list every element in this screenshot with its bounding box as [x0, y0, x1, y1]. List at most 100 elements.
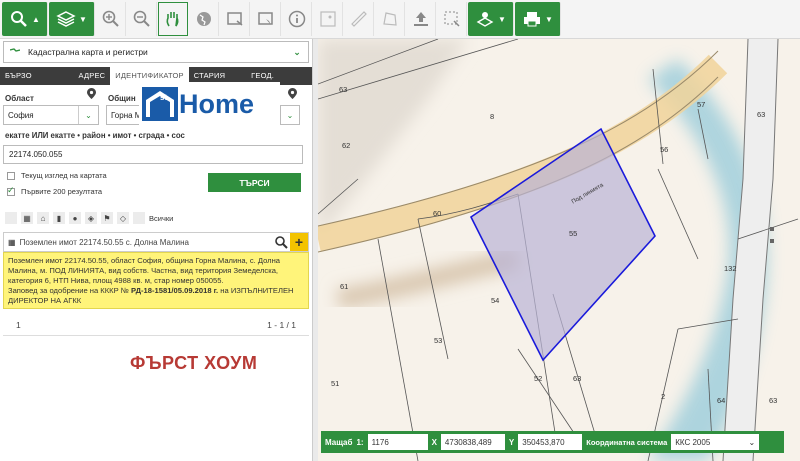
info-icon [288, 10, 305, 28]
coordinate-icon [319, 11, 336, 27]
parcel-label: 63 [339, 85, 348, 94]
parcel-label: 60 [433, 209, 442, 218]
measure-distance-button[interactable] [344, 2, 374, 36]
measure-area-button[interactable] [375, 2, 405, 36]
all-checkbox[interactable] [133, 212, 145, 224]
home-icon[interactable]: ⌂ [37, 212, 49, 224]
globe-icon [196, 12, 211, 26]
area-icon [382, 12, 397, 26]
pin-icon[interactable]: ● [69, 212, 81, 224]
parcel-label-selected: 55 [569, 229, 578, 238]
flag-icon[interactable]: ⚑ [101, 212, 113, 224]
oblast-select-value: София [8, 110, 34, 120]
upload-button[interactable] [406, 2, 436, 36]
y-label: Y [508, 437, 515, 447]
grid-icon: ▦ [8, 237, 16, 247]
obshtina-label: Общин [108, 94, 136, 103]
logo-wordmark: Home [179, 88, 255, 119]
layers-icon [56, 11, 76, 27]
building-icon[interactable]: ▮ [53, 212, 65, 224]
search-button[interactable]: ТЪРСИ [208, 173, 301, 192]
first200-checkbox[interactable] [7, 185, 15, 196]
scale-prefix: 1: [356, 437, 364, 447]
select-rect-button[interactable] [251, 2, 281, 36]
chevron-down-icon: ⌄ [293, 46, 301, 57]
house-logo-icon: st [142, 87, 178, 121]
result-pager: 1 1 - 1 / 1 [3, 314, 309, 336]
parcel-label: 2 [661, 392, 666, 401]
parcel-label: 53 [434, 336, 443, 345]
x-label: X [431, 437, 437, 447]
zoom-to-result-button[interactable] [272, 233, 290, 251]
chevron-down-icon: ⌄ [78, 106, 98, 124]
sthome-logo: st Home [139, 82, 280, 126]
chevron-down-icon: ▼ [79, 14, 87, 24]
cadastral-map[interactable]: 63 62 8 60 61 54 53 51 55 56 57 63 132 5… [318, 39, 800, 461]
y-coordinate-field[interactable]: 350453,870 [518, 434, 583, 450]
main-toolbar: ▲ ▼ ▼ ▼ [0, 0, 800, 39]
crs-select[interactable]: ККС 2005 ⌄ [671, 434, 760, 450]
filter-checkbox[interactable] [5, 212, 17, 224]
clear-icon [444, 11, 460, 27]
oblast-select[interactable]: София ⌄ [3, 105, 99, 125]
select-rect-icon [257, 12, 273, 25]
select-area-button[interactable] [220, 2, 250, 36]
x-coordinate-field[interactable]: 4730838,489 [440, 434, 505, 450]
info-button[interactable] [282, 2, 312, 36]
parcel-label: 63 [757, 110, 766, 119]
scale-input[interactable]: 1176 [367, 434, 428, 450]
chevron-down-icon: ⌄ [748, 437, 756, 447]
tab-address[interactable]: АДРЕС [74, 67, 111, 85]
base-layer-button[interactable]: ▼ [468, 2, 514, 36]
parcel-label: 62 [342, 141, 351, 150]
result-title: Поземлен имот 22174.50.55 с. Долна Малин… [19, 237, 189, 247]
village-select[interactable]: ⌄ [280, 105, 300, 125]
parcel-label: 56 [660, 145, 669, 154]
search-tool-button[interactable]: ▲ [2, 2, 48, 36]
parcel-label: 132 [724, 264, 737, 273]
search-panel: Кадастрална карта и регистри ⌄ БЪРЗО ТЪР… [0, 39, 312, 461]
layers-tool-button[interactable]: ▼ [49, 2, 95, 36]
road-markers [770, 227, 774, 243]
search-icon [11, 11, 27, 27]
chevron-up-icon: ▲ [32, 14, 40, 24]
logo-prefix: st [160, 93, 168, 102]
current-view-label: Текущ изглед на картата [21, 171, 107, 180]
layers-icon[interactable]: ◈ [85, 212, 97, 224]
measure-coord-button[interactable] [313, 2, 343, 36]
globe-button[interactable] [189, 2, 219, 36]
parcel-label: 51 [331, 379, 340, 388]
parcel-label: 57 [697, 100, 706, 109]
result-header[interactable]: ▦ Поземлен имот 22174.50.55 с. Долна Мал… [3, 232, 309, 252]
selected-parcel[interactable] [469, 127, 656, 362]
location-pin-icon [87, 88, 96, 99]
oblast-label: Област [5, 94, 34, 103]
area-icon[interactable]: ◇ [117, 212, 129, 224]
zoom-out-button[interactable] [127, 2, 157, 36]
zoom-in-button[interactable] [96, 2, 126, 36]
pan-button[interactable] [158, 2, 188, 36]
ruler-icon [350, 11, 367, 27]
object-type-filters: ▦ ⌂ ▮ ● ◈ ⚑ ◇ Всички [5, 211, 173, 225]
parcel-label: 64 [717, 396, 726, 405]
chevron-down-icon: ▼ [498, 14, 506, 24]
crs-select-value: ККС 2005 [675, 437, 711, 447]
parcel-label: 61 [340, 282, 349, 291]
parcel-label: 63 [769, 396, 778, 405]
current-view-checkbox[interactable] [7, 172, 15, 180]
zoom-in-icon [102, 10, 119, 27]
parcel-label: 63 [573, 374, 582, 383]
print-icon [524, 12, 541, 27]
crs-label: Координатна система [586, 437, 668, 447]
scale-label: Мащаб [325, 437, 353, 447]
tab-quick-search[interactable]: БЪРЗО ТЪРСЕНЕ [0, 67, 74, 98]
current-page[interactable]: 1 [16, 320, 21, 330]
layer-select[interactable]: Кадастрална карта и регистри ⌄ [3, 41, 309, 63]
print-button[interactable]: ▼ [515, 2, 561, 36]
clear-selection-button[interactable] [437, 2, 467, 36]
ekatte-input[interactable]: 22174.050.055 [3, 145, 303, 164]
map-canvas[interactable] [318, 39, 800, 461]
grid-icon[interactable]: ▦ [21, 212, 33, 224]
add-result-button[interactable]: + [290, 233, 308, 251]
upload-icon [413, 12, 428, 26]
